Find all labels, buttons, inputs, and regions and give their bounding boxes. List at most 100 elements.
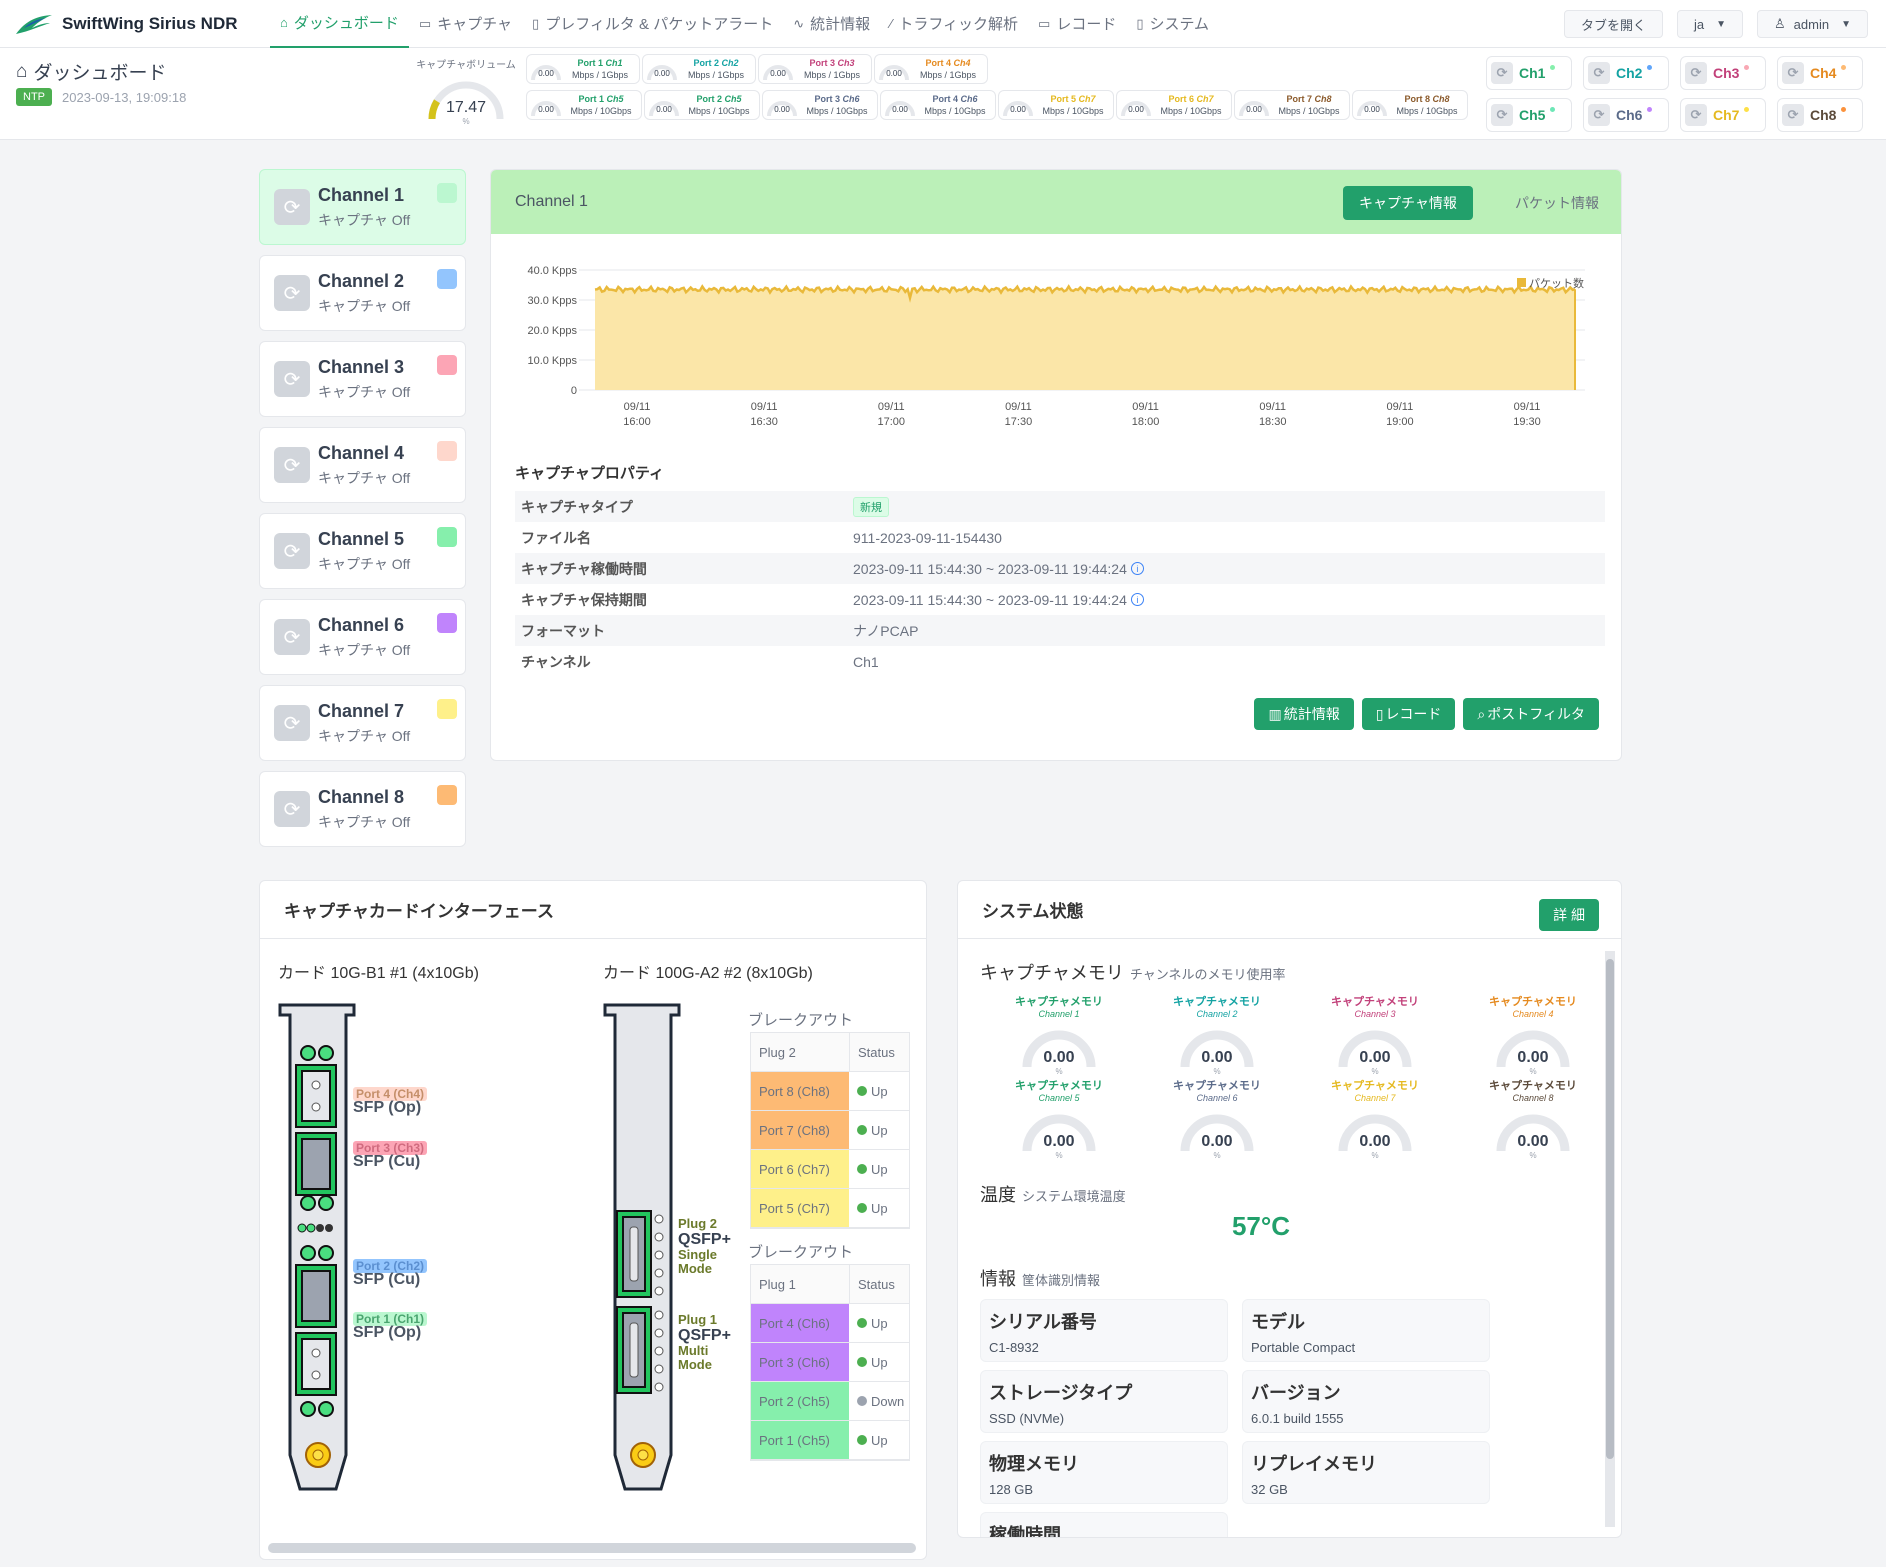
channel-color-swatch: [437, 699, 457, 719]
channel-card-7[interactable]: ⟳ Channel 7 キャプチャ Off: [259, 685, 466, 761]
user-menu[interactable]: ♙ admin ▼: [1757, 10, 1868, 38]
channel-quick-button-6[interactable]: ⟳ Ch6: [1583, 98, 1669, 132]
tab-capture-info[interactable]: キャプチャ情報: [1343, 186, 1473, 220]
nav-item-1[interactable]: ⌂ ダッシュボード: [270, 0, 409, 48]
channel-quick-button-4[interactable]: ⟳ Ch4: [1777, 56, 1863, 90]
channel-color-swatch: [437, 527, 457, 547]
info-value: Portable Compact: [1251, 1340, 1356, 1355]
memory-gauge-channel: Channel 2: [1196, 1009, 1238, 1019]
temperature-sub: システム環境温度: [1022, 1189, 1126, 1204]
channel-quick-label: Ch5: [1519, 107, 1546, 123]
info-icon[interactable]: i: [1130, 562, 1144, 575]
port-gauge-value: 0.00: [770, 69, 786, 78]
stats-button[interactable]: ▥ 統計情報: [1254, 698, 1354, 730]
detail-button[interactable]: 詳 細: [1539, 899, 1599, 931]
nav-item-3[interactable]: ▯ プレフィルタ & パケットアラート: [522, 0, 783, 48]
memory-gauge-title: キャプチャメモリ: [1015, 996, 1103, 1008]
memory-gauge-unit: %: [1213, 1067, 1221, 1076]
info-card: シリアル番号 C1-8932: [980, 1299, 1228, 1362]
scrollbar-thumb[interactable]: [1606, 959, 1614, 1459]
property-row: キャプチャ保持期間 2023-09-11 15:44:30 ~ 2023-09-1…: [515, 584, 1605, 615]
channel-card-1[interactable]: ⟳ Channel 1 キャプチャ Off: [259, 169, 466, 245]
horizontal-scrollbar[interactable]: [268, 1543, 916, 1553]
brand[interactable]: SwiftWing Sirius NDR: [0, 12, 270, 36]
channel-card-5[interactable]: ⟳ Channel 5 キャプチャ Off: [259, 513, 466, 589]
capture-card-interface-title: キャプチャカードインターフェース: [260, 881, 926, 939]
breakout-port: Port 4 (Ch6): [751, 1304, 849, 1342]
port-label: Port 4: [932, 94, 958, 104]
series-area: [595, 286, 1575, 390]
memory-gauge-title: キャプチャメモリ: [1489, 1080, 1577, 1092]
port-channel: Ch4: [953, 58, 971, 68]
nav-item-4[interactable]: ∿ 統計情報: [783, 0, 880, 48]
channel-quick-button-5[interactable]: ⟳ Ch5: [1486, 98, 1572, 132]
wand-icon: ⁄: [890, 16, 893, 31]
language-select[interactable]: ja ▼: [1676, 10, 1744, 38]
channel-quick-button-3[interactable]: ⟳ Ch3: [1680, 56, 1766, 90]
port-name: Port 3 Ch3: [795, 57, 869, 69]
nav-item-label: キャプチャ: [437, 16, 513, 33]
channel-status: キャプチャ Off: [318, 469, 411, 486]
folder-icon: ▭: [1038, 15, 1051, 31]
open-tab-button[interactable]: タブを開く: [1563, 10, 1663, 38]
port-channel: Ch6: [842, 94, 860, 104]
property-value-cell: 2023-09-11 15:44:30 ~ 2023-09-11 19:44:2…: [853, 592, 1144, 608]
y-tick-label: 0: [571, 385, 577, 397]
channel-card-4[interactable]: ⟳ Channel 4 キャプチャ Off: [259, 427, 466, 503]
channel-card-6[interactable]: ⟳ Channel 6 キャプチャ Off: [259, 599, 466, 675]
channel-color-dot: [1841, 65, 1846, 70]
channel-card-8[interactable]: ⟳ Channel 8 キャプチャ Off: [259, 771, 466, 847]
capture-properties-title: キャプチャプロパティ: [515, 465, 664, 482]
refresh-icon: ⟳: [1782, 104, 1804, 126]
postfilter-button[interactable]: ⌕ ポストフィルタ: [1463, 698, 1599, 730]
memory-gauge: 0.00%: [1175, 1109, 1259, 1160]
channel-quick-button-2[interactable]: ⟳ Ch2: [1583, 56, 1669, 90]
info-icon[interactable]: i: [1130, 593, 1144, 606]
card1-port-label: Port 3 (Ch3) SFP (Cu): [353, 1141, 428, 1170]
channel-detail-title: Channel 1: [515, 193, 588, 210]
breakout-status: Down: [871, 1393, 905, 1409]
info-key: 稼働時間: [989, 1525, 1061, 1538]
port-gauge-value: 0.00: [774, 105, 790, 114]
tab-packet-info[interactable]: パケット情報: [1499, 186, 1615, 220]
plug2-label: Plug 2 QSFP+ Single Mode: [678, 1217, 731, 1276]
nav-item-6[interactable]: ▭ レコード: [1028, 0, 1126, 48]
channel-card-2[interactable]: ⟳ Channel 2 キャプチャ Off: [259, 255, 466, 331]
property-value-cell: 新規: [853, 496, 889, 517]
packet-rate-chart: 40.0 Kpps 30.0 Kpps 20.0 Kpps 10.0 Kpps 0 09/…: [527, 265, 1585, 428]
port-label: Port 7: [1286, 94, 1312, 104]
channel-color-swatch: [437, 613, 457, 633]
capture-properties: キャプチャプロパティ キャプチャタイプ 新規 ファイル名 911-2023-09-11…: [515, 462, 1605, 677]
channel-quick-button-7[interactable]: ⟳ Ch7: [1680, 98, 1766, 132]
memory-gauge: 0.00%: [1333, 1109, 1417, 1160]
port-throughput-cell: 0.00 Port 2 Ch5 Mbps / 10Gbps: [644, 90, 760, 120]
breakout-port: Port 3 (Ch6): [751, 1343, 849, 1381]
info-card: 稼働時間: [980, 1512, 1228, 1538]
port-label: Port 8: [1404, 94, 1430, 104]
bar-chart-icon: ▥: [1268, 705, 1282, 722]
breakout-status: Up: [871, 1354, 888, 1370]
channel-color-swatch: [437, 785, 457, 805]
nav-item-label: トラフィック解析: [898, 16, 1019, 33]
channel-quick-button-8[interactable]: ⟳ Ch8: [1777, 98, 1863, 132]
channel-color-dot: [1647, 65, 1652, 70]
channel-card-3[interactable]: ⟳ Channel 3 キャプチャ Off: [259, 341, 466, 417]
breakout-row: Port 1 (Ch5) Up: [751, 1421, 909, 1460]
record-button[interactable]: ▯ レコード: [1361, 698, 1456, 730]
nav-item-2[interactable]: ▭ キャプチャ: [409, 0, 522, 48]
breakout-row: Port 5 (Ch7) Up: [751, 1189, 909, 1228]
channel-quick-button-1[interactable]: ⟳ Ch1: [1486, 56, 1572, 90]
port-unit: Mbps / 10Gbps: [806, 106, 868, 116]
port-label: Port 2: [696, 94, 722, 104]
search-icon: ⌕: [1477, 705, 1486, 722]
port-kind: SFP (Cu): [353, 1271, 421, 1288]
nav-item-7[interactable]: ▯ システム: [1126, 0, 1219, 48]
memory-gauge-channel: Channel 3: [1354, 1009, 1396, 1019]
vertical-scrollbar[interactable]: [1605, 951, 1615, 1527]
port-channel: Ch1: [605, 58, 623, 68]
nav-item-5[interactable]: ⁄ トラフィック解析: [880, 0, 1028, 48]
port-label: Port 1: [578, 94, 604, 104]
property-value-cell: 2023-09-11 15:44:30 ~ 2023-09-11 19:44:2…: [853, 561, 1144, 577]
breakout-port: Port 1 (Ch5): [751, 1421, 849, 1459]
breakout-port: Port 6 (Ch7): [751, 1150, 849, 1188]
